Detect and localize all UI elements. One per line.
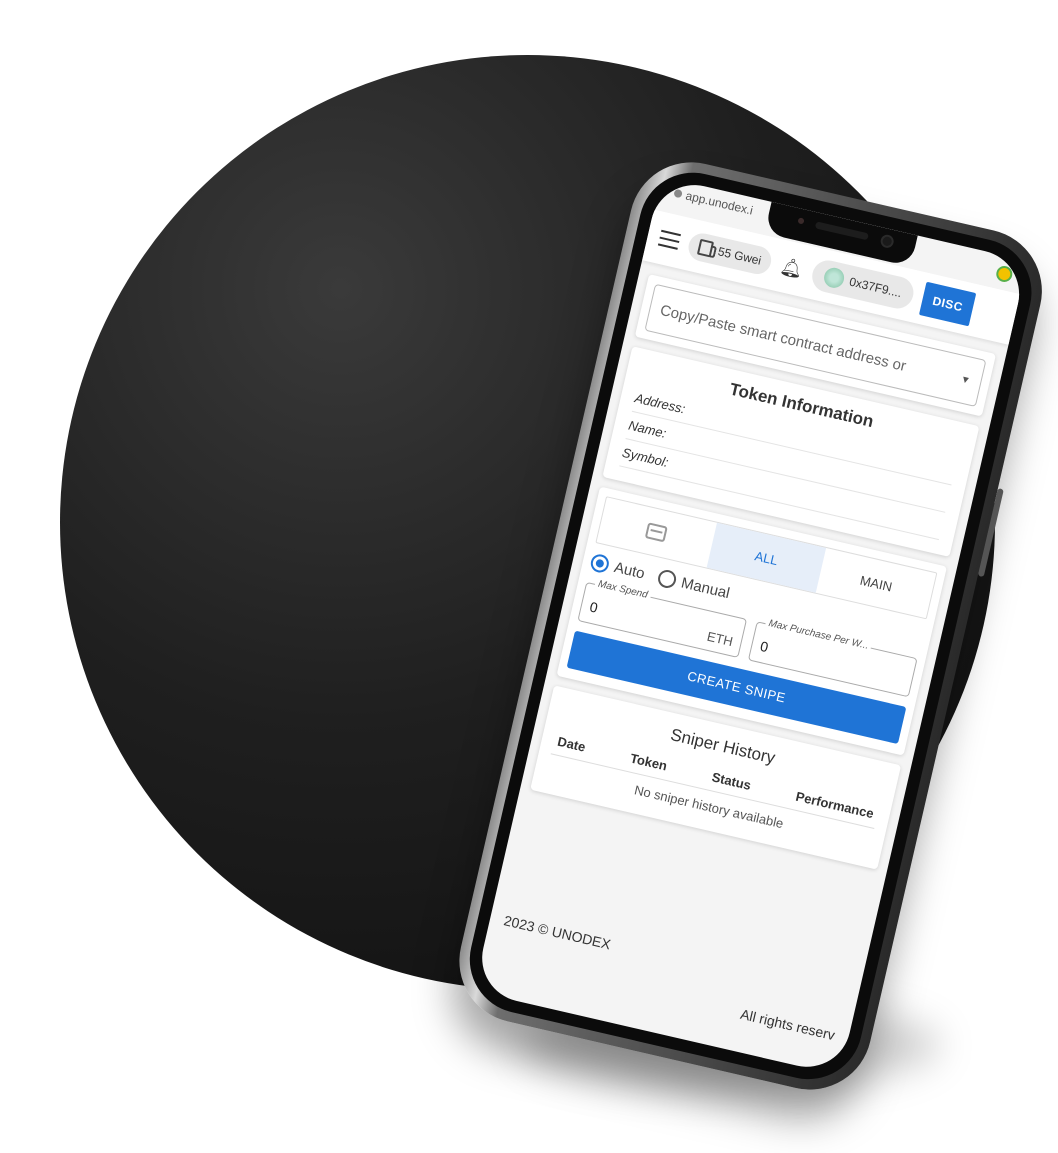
history-col-status: Status [710, 769, 753, 793]
page-footer: 2023 © UNODEX All rights reserv [480, 909, 859, 1046]
speaker-grill [814, 221, 869, 241]
gas-pump-icon [696, 238, 715, 258]
profile-avatar[interactable] [994, 264, 1014, 284]
hamburger-menu-icon[interactable] [657, 229, 681, 250]
mode-auto-label: Auto [612, 558, 647, 583]
radio-checked-icon [589, 552, 611, 575]
max-spend-value: 0 [588, 598, 600, 616]
main-content: Copy/Paste smart contract address or ▼ T… [528, 274, 997, 879]
history-col-date: Date [556, 733, 587, 755]
gas-price-chip[interactable]: 55 Gwei [685, 230, 774, 277]
bell-icon[interactable]: 🔔︎ [778, 255, 805, 281]
browser-url-text: app.unodex.i [684, 188, 755, 218]
wallet-address-label: 0x37F9.... [848, 274, 904, 301]
max-spend-unit: ETH [705, 628, 735, 650]
history-col-token: Token [628, 750, 669, 774]
wallet-address-chip[interactable]: 0x37F9.... [808, 257, 917, 312]
front-camera-icon [879, 233, 895, 250]
disconnect-button[interactable]: DISC [919, 281, 977, 327]
gas-price-label: 55 Gwei [716, 244, 763, 268]
wallet-identicon-icon [821, 265, 846, 290]
wallet-icon [645, 522, 669, 543]
sensor-dot [797, 217, 805, 225]
browser-url-bar[interactable]: app.unodex.i [673, 186, 755, 218]
max-purchase-value: 0 [758, 637, 770, 656]
caret-down-icon[interactable]: ▼ [959, 374, 971, 387]
lock-icon [673, 188, 683, 199]
mode-manual-label: Manual [679, 574, 732, 602]
radio-unchecked-icon [656, 568, 678, 590]
